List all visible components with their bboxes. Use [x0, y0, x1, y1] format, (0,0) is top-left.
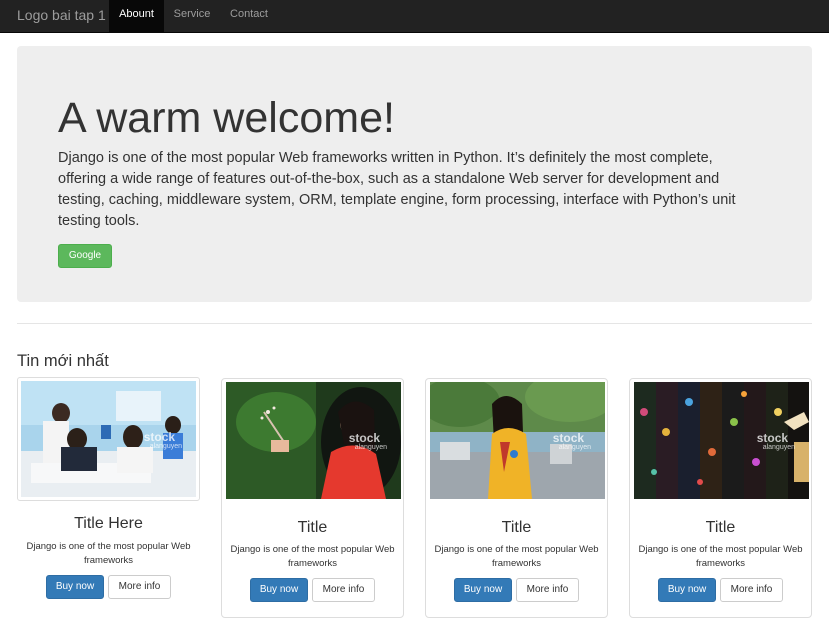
buy-now-button[interactable]: Buy now — [250, 578, 308, 602]
navbar: Logo bai tap 1 Abount Service Contact — [0, 0, 829, 33]
more-info-button[interactable]: More info — [108, 575, 171, 599]
divider — [17, 323, 812, 324]
card-text: Django is one of the most popular Web fr… — [230, 544, 395, 569]
watermark: stock alanguyen — [348, 431, 387, 451]
watermark: stock alanguyen — [552, 431, 591, 451]
nav-item-service[interactable]: Service — [164, 0, 220, 32]
card-title: Title — [501, 519, 532, 536]
news-card: stock alanguyen Title Django is one of th… — [629, 378, 812, 618]
buy-now-button[interactable]: Buy now — [454, 578, 512, 602]
more-info-button[interactable]: More info — [720, 578, 783, 602]
jumbotron-title: A warm welcome! — [58, 94, 395, 142]
news-card: stock alanguyen Title Django is one of th… — [221, 378, 404, 618]
woman-ao-dai-street-photo: stock alanguyen — [430, 382, 605, 499]
card-text: Django is one of the most popular Web fr… — [26, 541, 191, 566]
watermark: stock alanguyen — [143, 430, 182, 450]
embroidery-fabric-photo: stock alanguyen — [634, 382, 809, 499]
card-text: Django is one of the most popular Web fr… — [638, 544, 803, 569]
card-title: Title — [705, 519, 736, 536]
nav-item-abount[interactable]: Abount — [109, 0, 164, 32]
news-section-title: Tin mới nhất — [17, 352, 109, 370]
nav-item-contact[interactable]: Contact — [220, 0, 278, 32]
news-card: stock alanguyen Title Django is one of th… — [425, 378, 608, 618]
card-title: Title Here — [74, 515, 143, 532]
jumbotron-text: Django is one of the most popular Web fr… — [58, 150, 736, 229]
classroom-photo: stock alanguyen — [21, 381, 196, 497]
jumbotron: A warm welcome! Django is one of the mos… — [17, 46, 812, 302]
card-text: Django is one of the most popular Web fr… — [434, 544, 599, 569]
brand-logo[interactable]: Logo bai tap 1 — [17, 0, 106, 32]
google-button[interactable]: Google — [58, 244, 112, 268]
more-info-button[interactable]: More info — [312, 578, 375, 602]
woman-red-dress-photo: stock alanguyen — [226, 382, 401, 499]
more-info-button[interactable]: More info — [516, 578, 579, 602]
watermark: stock alanguyen — [756, 431, 795, 451]
buy-now-button[interactable]: Buy now — [46, 575, 104, 599]
news-card: stock alanguyen Title Here Django is one … — [17, 377, 200, 607]
buy-now-button[interactable]: Buy now — [658, 578, 716, 602]
card-title: Title — [297, 519, 328, 536]
